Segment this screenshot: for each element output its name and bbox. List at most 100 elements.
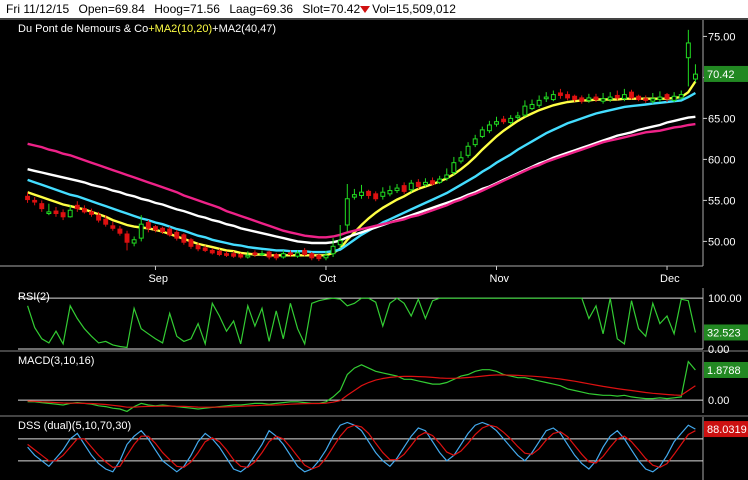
candle-body [351, 194, 357, 198]
candle-body [188, 239, 194, 247]
indicator-tick-label: 0.00 [708, 344, 729, 356]
candle-body [53, 210, 59, 215]
candle-body [224, 253, 229, 256]
quote-high: Hoog=71.56 [154, 2, 220, 16]
candle-body [458, 157, 464, 162]
candle-body [451, 162, 457, 174]
candle-body [124, 233, 130, 243]
candle-body [657, 96, 663, 101]
candle-body [557, 92, 563, 96]
candle-body [266, 251, 272, 258]
price-tick-label: 60.00 [708, 154, 736, 166]
candle-body [415, 181, 421, 187]
quote-low: Laag=69.36 [229, 2, 294, 16]
indicator-legend: DSS (dual)(5,10,70,30) [18, 420, 131, 432]
candle-body [607, 96, 613, 101]
candle-body [32, 199, 38, 203]
date-tick-label: Oct [319, 273, 336, 285]
candle-body [387, 190, 393, 195]
indicator-value-label: 32.523 [707, 327, 741, 339]
candle-body [295, 252, 301, 257]
x-axis-band [0, 267, 748, 288]
candle-body [422, 181, 428, 186]
candle-body [167, 228, 173, 236]
candle-body [522, 105, 528, 116]
candle-body [529, 103, 535, 110]
candle-body [408, 182, 414, 191]
candle-body [202, 247, 208, 251]
candle-body [572, 95, 578, 101]
indicator-line-1 [27, 374, 696, 408]
candle-body [479, 129, 485, 137]
ma-line-3 [27, 122, 696, 239]
candle-body [380, 191, 386, 197]
candle-body [430, 180, 436, 185]
legend-item: +MA2(40,47) [212, 23, 276, 35]
candle-body [103, 218, 109, 225]
candle-body [359, 191, 364, 196]
panel-0-axis [703, 20, 748, 266]
candle-body [25, 195, 31, 201]
indicator-value-label: 1.8788 [707, 365, 741, 377]
candle-body [373, 193, 379, 200]
candle-body [636, 95, 642, 101]
candle-body [259, 253, 265, 256]
candle-body [67, 209, 73, 218]
candle-body [138, 223, 144, 239]
candle-body [586, 97, 592, 101]
candle-body [323, 254, 329, 259]
candle-body [486, 124, 492, 132]
candle-body [444, 174, 450, 179]
candle-body [664, 94, 670, 100]
candle-body [302, 249, 308, 256]
date-tick-label: Nov [490, 273, 510, 285]
candle-body [238, 254, 244, 258]
chart-canvas[interactable]: 75.0070.0065.0060.0055.0050.00SepOctNovD… [0, 18, 748, 480]
candle-body [96, 214, 102, 221]
candle-body [600, 98, 606, 102]
candle-body [671, 95, 677, 101]
indicator-tick-label: 100.00 [708, 293, 742, 305]
candle-body [252, 252, 258, 256]
candle-body [536, 99, 542, 106]
indicator-legend: RSI(2) [18, 291, 50, 303]
price-tick-label: 75.00 [708, 31, 736, 43]
price-tick-label: 65.00 [708, 113, 736, 125]
candle-body [465, 145, 471, 156]
quote-volume: Vol=15,509,012 [372, 2, 456, 16]
candle-body [316, 254, 322, 260]
candle-body [273, 254, 279, 259]
candle-body [60, 212, 66, 218]
date-tick-label: Sep [148, 273, 168, 285]
candle-body [508, 117, 514, 124]
quote-date: Fri 11/12/15 [6, 2, 70, 16]
candle-body [89, 211, 94, 215]
candle-body [74, 204, 80, 210]
candle-body [209, 249, 215, 254]
candle-body [280, 253, 286, 258]
candle-body [501, 118, 507, 123]
candle-body [472, 138, 478, 146]
down-arrow-icon [360, 6, 371, 14]
candle-body [174, 231, 180, 239]
candle-body [692, 73, 698, 80]
candle-body [437, 178, 443, 183]
candle-body [515, 115, 521, 119]
last-price-label: 70.42 [707, 69, 735, 81]
indicator-tick-label: 0.00 [708, 395, 729, 407]
candle-body [131, 239, 137, 244]
candle-body [643, 98, 649, 101]
candle-body [614, 94, 620, 99]
quote-open: Open=69.84 [78, 2, 145, 16]
candle-body [678, 94, 684, 99]
candle-body [117, 228, 123, 234]
candle-body [579, 97, 585, 102]
candle-body [39, 203, 45, 210]
indicator-line-0 [27, 360, 696, 413]
date-tick-label: Dec [660, 273, 680, 285]
candle-body [337, 240, 343, 246]
candle-body [231, 253, 237, 257]
legend-item: Du Pont de Nemours & Co [18, 23, 148, 35]
indicator-value-label: 88.0319 [707, 424, 747, 436]
candle-body [344, 198, 350, 226]
